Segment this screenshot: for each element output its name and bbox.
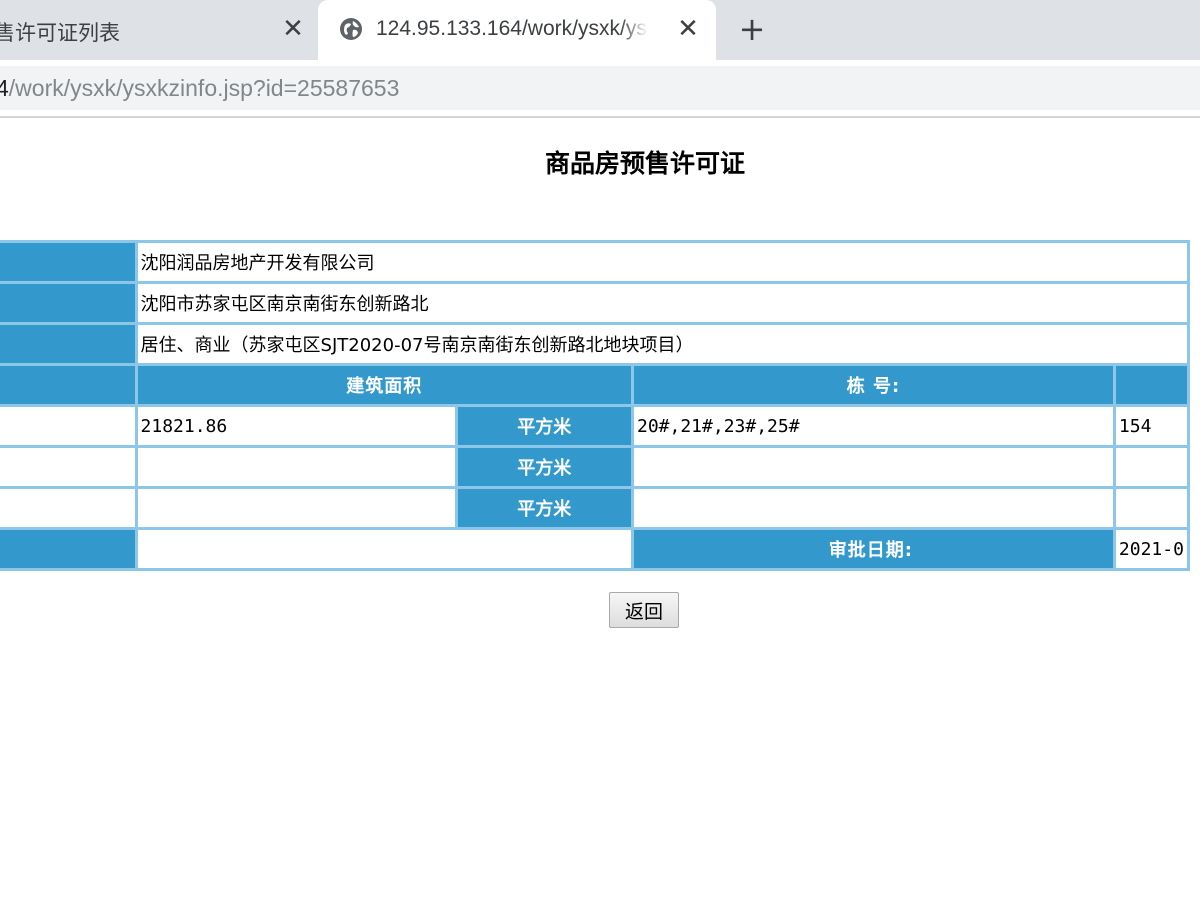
location-value: 沈阳市苏家屯区南京南街东创新路北 bbox=[137, 284, 1187, 322]
area-unit: 平方米 bbox=[457, 489, 631, 527]
building-no-value bbox=[634, 489, 1113, 527]
location-row: 沈阳市苏家屯区南京南街东创新路北 bbox=[0, 284, 1187, 322]
close-icon[interactable]: ✕ bbox=[279, 14, 307, 44]
header-row: 建筑面积 栋 号: bbox=[0, 366, 1187, 404]
extra-value bbox=[1115, 489, 1187, 527]
globe-icon bbox=[340, 18, 362, 40]
row-label bbox=[0, 243, 135, 281]
building-no-header: 栋 号: bbox=[634, 366, 1113, 404]
approval-date-label: 审批日期: bbox=[634, 530, 1113, 568]
address-bar[interactable]: 4/work/ysxk/ysxkzinfo.jsp?id=25587653 bbox=[0, 66, 1200, 110]
tab-title: 124.95.133.164/work/ysxk/ysxkzinfo.jsp?i… bbox=[376, 17, 648, 41]
developer-value: 沈阳润品房地产开发有限公司 bbox=[137, 243, 1187, 281]
row-label bbox=[0, 325, 135, 363]
area-value bbox=[137, 448, 455, 486]
tab-title: 售许可证列表 bbox=[0, 22, 120, 45]
table-row: 平方米 bbox=[0, 489, 1187, 527]
row-label bbox=[0, 489, 135, 527]
area-header: 建筑面积 bbox=[137, 366, 631, 404]
extra-value bbox=[1115, 448, 1187, 486]
plus-icon[interactable]: + bbox=[734, 12, 770, 48]
developer-row: 沈阳润品房地产开发有限公司 bbox=[0, 243, 1187, 281]
row-label bbox=[0, 530, 135, 568]
url-path: /work/ysxk/ysxkzinfo.jsp?id=25587653 bbox=[8, 75, 400, 101]
approval-row: 审批日期: 2021-0 bbox=[0, 530, 1187, 568]
approval-date-value: 2021-0 bbox=[1115, 530, 1187, 568]
area-unit: 平方米 bbox=[457, 448, 631, 486]
blank-value bbox=[137, 530, 631, 568]
toolbar: 4/work/ysxk/ysxkzinfo.jsp?id=25587653 bbox=[0, 60, 1200, 118]
table-row: 21821.86 平方米 20#,21#,23#,25# 154 bbox=[0, 407, 1187, 445]
row-label bbox=[0, 284, 135, 322]
row-label bbox=[0, 407, 135, 445]
building-no-value bbox=[634, 448, 1113, 486]
building-no-value: 20#,21#,23#,25# bbox=[634, 407, 1113, 445]
close-icon[interactable]: ✕ bbox=[674, 14, 702, 44]
usage-value: 居住、商业（苏家屯区SJT2020-07号南京南街东创新路北地块项目） bbox=[137, 325, 1187, 363]
permit-table: 沈阳润品房地产开发有限公司 沈阳市苏家屯区南京南街东创新路北 居住、商业（苏家屯… bbox=[0, 240, 1190, 571]
tab-permit-list[interactable]: 售许可证列表 ✕ bbox=[0, 0, 316, 60]
url-host: 4 bbox=[0, 75, 9, 101]
url-text: 4/work/ysxk/ysxkzinfo.jsp?id=25587653 bbox=[0, 75, 399, 102]
row-label bbox=[0, 448, 135, 486]
page-title: 商品房预售许可证 bbox=[544, 149, 745, 178]
area-value: 21821.86 bbox=[137, 407, 455, 445]
usage-row: 居住、商业（苏家屯区SJT2020-07号南京南街东创新路北地块项目） bbox=[0, 325, 1187, 363]
table-row: 平方米 bbox=[0, 448, 1187, 486]
tab-permit-info[interactable]: 124.95.133.164/work/ysxk/ysxkzinfo.jsp?i… bbox=[318, 0, 716, 60]
area-unit: 平方米 bbox=[457, 407, 631, 445]
extra-value: 154 bbox=[1115, 407, 1187, 445]
tab-strip: 售许可证列表 ✕ 124.95.133.164/work/ysxk/ysxkzi… bbox=[0, 0, 1200, 60]
extra-header bbox=[1115, 366, 1187, 404]
row-label bbox=[0, 366, 135, 404]
area-value bbox=[137, 489, 455, 527]
back-button[interactable]: 返回 bbox=[609, 592, 679, 628]
